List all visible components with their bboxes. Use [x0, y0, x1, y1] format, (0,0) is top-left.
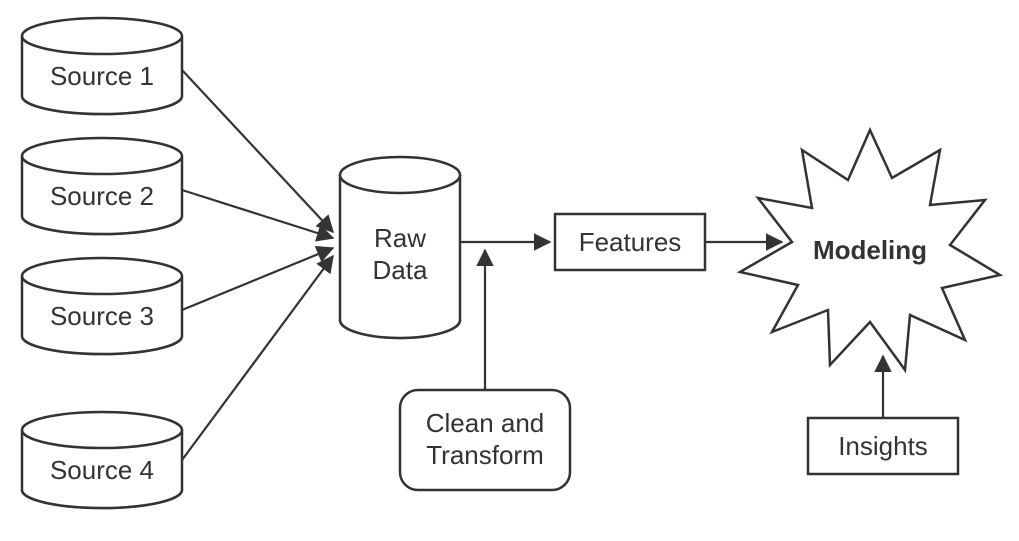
- pipeline-diagram: Source 1 Source 2 Source 3 Source 4 Raw …: [0, 0, 1019, 541]
- modeling-label: Modeling: [813, 235, 927, 265]
- source-3-node: Source 3: [22, 258, 182, 354]
- edge-source3-raw: [182, 248, 333, 310]
- source-2-label: Source 2: [50, 181, 154, 211]
- edge-source2-raw: [182, 190, 333, 238]
- source-4-label: Source 4: [50, 455, 154, 485]
- source-4-node: Source 4: [22, 412, 182, 508]
- raw-data-node: Raw Data: [340, 157, 460, 338]
- raw-data-label-1: Raw: [374, 223, 426, 253]
- edge-source1-raw: [182, 70, 333, 232]
- features-label: Features: [579, 227, 682, 257]
- source-2-node: Source 2: [22, 138, 182, 234]
- insights-label: Insights: [838, 431, 928, 461]
- features-node: Features: [555, 214, 705, 270]
- clean-transform-node: Clean and Transform: [400, 390, 570, 490]
- insights-node: Insights: [808, 418, 958, 474]
- clean-transform-label-1: Clean and: [426, 408, 545, 438]
- source-1-node: Source 1: [22, 18, 182, 114]
- clean-transform-label-2: Transform: [426, 440, 544, 470]
- source-3-label: Source 3: [50, 301, 154, 331]
- edge-source4-raw: [182, 256, 333, 460]
- raw-data-label-2: Data: [373, 255, 428, 285]
- modeling-node: Modeling: [740, 130, 1000, 370]
- source-1-label: Source 1: [50, 61, 154, 91]
